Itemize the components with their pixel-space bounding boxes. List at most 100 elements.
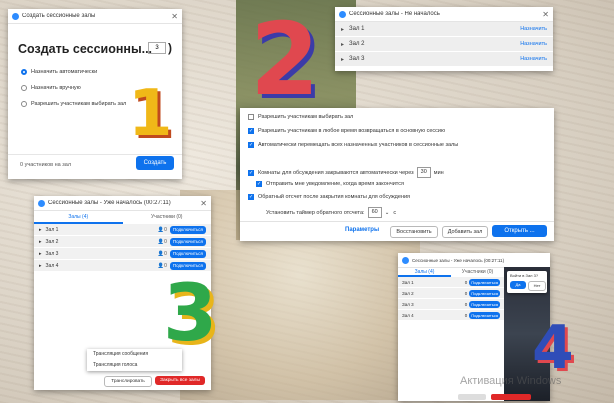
room-count-stepper[interactable]: 3 bbox=[148, 42, 166, 54]
heading-paren: ) bbox=[168, 41, 172, 55]
restore-button[interactable]: Восстановить bbox=[390, 226, 438, 238]
option-auto-move[interactable]: ✓ Автоматически перемещать всех назначен… bbox=[248, 142, 458, 148]
menu-item-broadcast-voice[interactable]: Трансляция голоса bbox=[87, 360, 182, 371]
chevron-right-icon[interactable]: ▸ bbox=[341, 26, 344, 33]
popup-yes-button[interactable]: Да bbox=[510, 281, 526, 289]
close-icon[interactable]: ✕ bbox=[171, 12, 178, 21]
open-all-rooms-button[interactable]: Открыть ... bbox=[492, 225, 547, 237]
titlebar: Создать сессионные залы ✕ bbox=[8, 9, 182, 24]
count-value: 0 bbox=[464, 279, 468, 285]
window-title: Сессионные залы - Не началось bbox=[349, 11, 440, 17]
join-button[interactable]: Подключиться bbox=[469, 311, 500, 319]
radio-icon bbox=[21, 69, 27, 75]
countdown-timer-row: Установить таймер обратного отсчета: 60 … bbox=[266, 207, 396, 218]
windows-activation-watermark: Активация Windows bbox=[460, 375, 562, 387]
checkbox[interactable]: ✓ bbox=[248, 194, 254, 200]
count-value: 0 bbox=[164, 262, 167, 269]
checkbox[interactable]: ✓ bbox=[248, 169, 254, 176]
step-number-1: 1 bbox=[128, 77, 173, 151]
add-room-button[interactable]: Добавить зал bbox=[442, 226, 488, 238]
assign-link[interactable]: Назначить bbox=[520, 56, 547, 62]
room-row[interactable]: Зал 1 0 Подключиться bbox=[398, 277, 504, 288]
chevron-right-icon[interactable]: ▸ bbox=[39, 239, 42, 245]
radio-icon bbox=[21, 101, 27, 107]
chevron-right-icon[interactable]: ▸ bbox=[341, 56, 344, 63]
room-row[interactable]: Зал 3 0 Подключиться bbox=[398, 299, 504, 310]
auto-close-minutes-input[interactable]: 30 bbox=[416, 167, 431, 178]
participant-count: 👤0 bbox=[158, 239, 167, 245]
radio-icon bbox=[21, 85, 27, 91]
chevron-right-icon[interactable]: ▸ bbox=[39, 263, 42, 269]
room-name: Зал 1 bbox=[45, 226, 59, 233]
tab-rooms[interactable]: Залы (4) bbox=[398, 267, 451, 277]
room-name: Зал 3 bbox=[349, 56, 365, 62]
radio-manual-assign[interactable]: Назначить вручную bbox=[21, 85, 81, 91]
chevron-right-icon[interactable]: ▸ bbox=[39, 227, 42, 233]
room-row[interactable]: ▸ Зал 2 👤0 Подключиться bbox=[34, 236, 211, 248]
radio-auto-assign[interactable]: Назначить автоматически bbox=[21, 69, 97, 75]
assign-link[interactable]: Назначить bbox=[520, 26, 547, 32]
count-value: 0 bbox=[164, 250, 167, 257]
checkbox[interactable]: ✓ bbox=[248, 128, 254, 134]
room-row[interactable]: ▸ Зал 3 Назначить bbox=[335, 52, 553, 67]
option-label: Комнаты для обсуждения закрываются автом… bbox=[258, 169, 414, 176]
room-name: Зал 4 bbox=[402, 312, 414, 318]
join-button[interactable]: Подключиться bbox=[169, 249, 206, 258]
join-button[interactable]: Подключиться bbox=[169, 225, 206, 234]
count-value: 0 bbox=[464, 312, 468, 318]
count-value: 0 bbox=[464, 301, 468, 307]
chevron-right-icon[interactable]: ▸ bbox=[341, 41, 344, 48]
radio-label: Назначить автоматически bbox=[31, 69, 98, 75]
timer-select[interactable]: 60 bbox=[367, 207, 382, 218]
option-countdown[interactable]: ✓ Обратный отсчет после закрытия комнаты… bbox=[248, 194, 410, 200]
count-value: 0 bbox=[164, 238, 167, 245]
radio-self-select[interactable]: Разрешить участникам выбирать зал bbox=[21, 101, 126, 107]
checkbox[interactable]: ✓ bbox=[248, 142, 254, 148]
option-return-anytime[interactable]: ✓ Разрешить участникам в любое время воз… bbox=[248, 128, 445, 134]
zoom-logo-icon bbox=[38, 199, 45, 207]
room-row[interactable]: ▸ Зал 2 Назначить bbox=[335, 37, 553, 52]
checkbox[interactable]: ✓ bbox=[256, 181, 262, 187]
tab-participants[interactable]: Участники (0) bbox=[123, 211, 212, 224]
close-icon[interactable]: ✕ bbox=[200, 199, 207, 208]
option-auto-close[interactable]: ✓ Комнаты для обсуждения закрываются авт… bbox=[248, 167, 444, 178]
assign-link[interactable]: Назначить bbox=[520, 41, 547, 47]
room-row[interactable]: Зал 4 0 Подключиться bbox=[398, 310, 504, 321]
chevron-right-icon[interactable]: ▸ bbox=[39, 251, 42, 257]
room-name: Зал 3 bbox=[45, 250, 59, 257]
room-list: Залы (4) Участники (0) Зал 1 0 Подключит… bbox=[398, 267, 504, 321]
count-value: 0 bbox=[464, 290, 468, 296]
room-row[interactable]: ▸ Зал 1 Назначить bbox=[335, 22, 553, 37]
popup-no-button[interactable]: Нет bbox=[528, 281, 546, 291]
participant-count: 👤0 bbox=[158, 251, 167, 257]
broadcast-button[interactable] bbox=[458, 394, 486, 400]
join-button[interactable]: Подключиться bbox=[469, 300, 500, 308]
parameters-link[interactable]: Параметры bbox=[345, 227, 379, 233]
titlebar: Сессионные залы - Уже началось (00:27:11… bbox=[34, 196, 211, 211]
chevron-down-icon[interactable]: ⌄ bbox=[385, 210, 390, 216]
room-row[interactable]: ▸ Зал 3 👤0 Подключиться bbox=[34, 248, 211, 260]
room-row[interactable]: Зал 2 0 Подключиться bbox=[398, 288, 504, 299]
close-icon[interactable]: ✕ bbox=[542, 10, 549, 19]
join-button[interactable]: Подключиться bbox=[469, 278, 500, 286]
room-name: Зал 3 bbox=[402, 301, 414, 307]
option-notify[interactable]: ✓ Отправить мне уведомление, когда время… bbox=[256, 181, 404, 187]
window-title: Создать сессионные залы bbox=[22, 13, 96, 19]
broadcast-button[interactable]: Транслировать bbox=[104, 376, 152, 387]
join-button[interactable]: Подключиться bbox=[169, 237, 206, 246]
join-button[interactable]: Подключиться bbox=[469, 289, 500, 297]
close-all-rooms-button[interactable]: Закрыть все залы bbox=[155, 376, 205, 385]
radio-label: Назначить вручную bbox=[31, 85, 81, 91]
close-all-rooms-button[interactable] bbox=[491, 394, 531, 400]
step-number-3: 3 bbox=[163, 269, 218, 359]
tabs: Залы (4) Участники (0) bbox=[398, 267, 504, 277]
create-button[interactable]: Создать bbox=[136, 156, 174, 170]
tab-participants[interactable]: Участники (0) bbox=[451, 267, 504, 277]
join-room-popup: Войти в Зал 3? Да Нет bbox=[507, 271, 547, 293]
window-title: Сессионные залы - Уже началось (00:27:11… bbox=[48, 200, 171, 206]
tab-rooms[interactable]: Залы (4) bbox=[34, 211, 123, 224]
divider bbox=[240, 221, 554, 222]
option-label: Разрешить участникам в любое время возвр… bbox=[258, 128, 446, 134]
room-row[interactable]: ▸ Зал 1 👤0 Подключиться bbox=[34, 224, 211, 236]
room-name: Зал 2 bbox=[349, 41, 365, 47]
